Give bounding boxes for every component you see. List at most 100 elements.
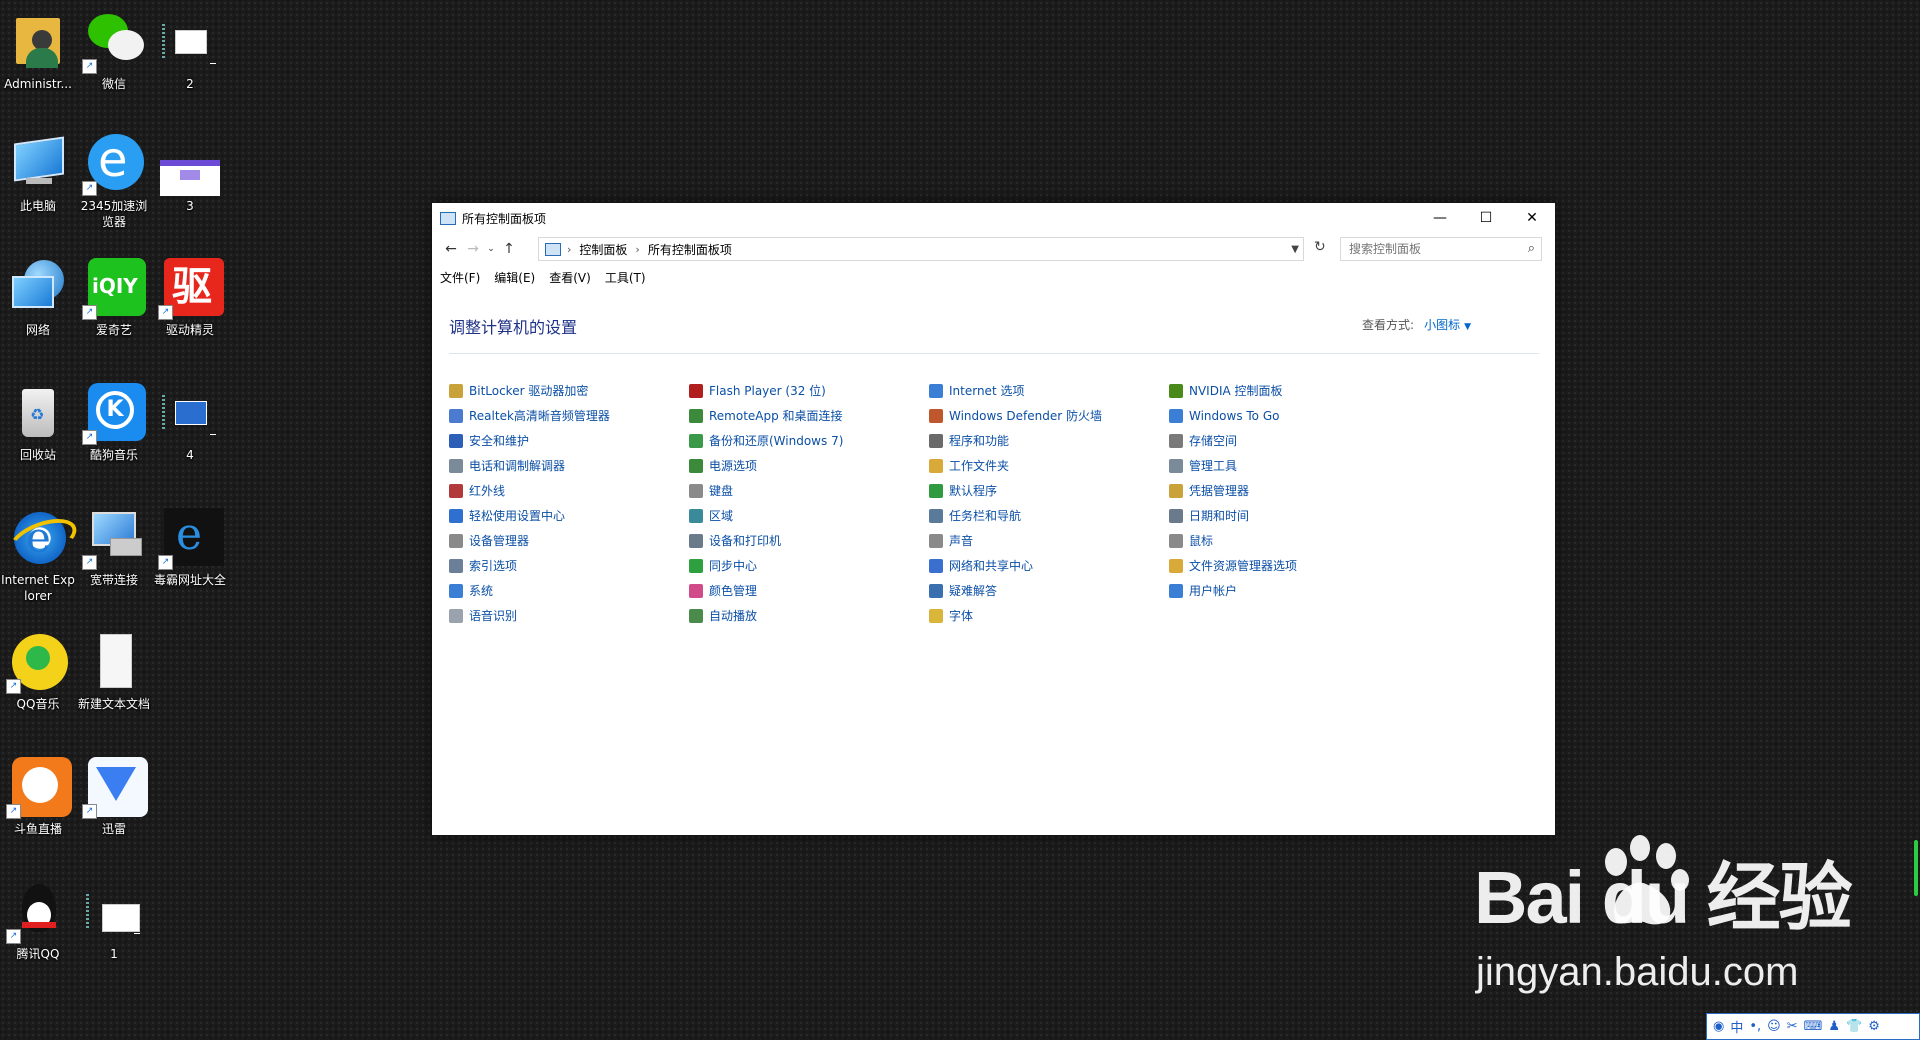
menu-file[interactable]: 文件(F) <box>440 269 480 286</box>
control-panel-item[interactable]: 默认程序 <box>929 478 1169 503</box>
minimize-button[interactable]: — <box>1417 203 1463 233</box>
breadcrumb-control-panel[interactable]: 控制面板 <box>579 241 627 258</box>
control-panel-item[interactable]: 字体 <box>929 603 1169 628</box>
desktop-icon-network[interactable]: 网络 <box>0 258 76 338</box>
emoji-icon[interactable]: ☺ <box>1767 1019 1781 1034</box>
control-panel-item[interactable]: 区域 <box>689 503 929 528</box>
up-arrow-icon[interactable]: ↑ <box>498 238 520 260</box>
menu-view[interactable]: 查看(V) <box>549 269 591 286</box>
control-panel-item[interactable]: Windows Defender 防火墙 <box>929 403 1169 428</box>
desktop-icon-wechat[interactable]: ↗ 微信 <box>76 12 152 92</box>
control-panel-item[interactable]: 任务栏和导航 <box>929 503 1169 528</box>
ime-logo-icon[interactable]: ◉ <box>1713 1019 1724 1034</box>
control-panel-item[interactable]: 键盘 <box>689 478 929 503</box>
control-panel-item[interactable]: 管理工具 <box>1169 453 1409 478</box>
view-by-dropdown[interactable]: 小图标 <box>1424 318 1460 332</box>
desktop-icon-file-3[interactable]: 3 <box>152 134 228 214</box>
desktop-icon-broadband[interactable]: ↗ 宽带连接 <box>76 508 152 588</box>
breadcrumb-all-items[interactable]: 所有控制面板项 <box>648 241 732 258</box>
address-dropdown-icon[interactable]: ▼ <box>1291 244 1299 255</box>
desktop-icon-kugou[interactable]: K ↗ 酷狗音乐 <box>76 383 152 463</box>
search-input[interactable] <box>1341 241 1521 257</box>
desktop-icon-qqmusic[interactable]: ↗ QQ音乐 <box>0 632 76 712</box>
control-panel-item[interactable]: 声音 <box>929 528 1169 553</box>
title-bar[interactable]: 所有控制面板项 — ☐ ✕ <box>432 203 1555 233</box>
control-panel-item-label: 电话和调制解调器 <box>469 459 566 473</box>
punctuation-icon[interactable]: •, <box>1749 1019 1761 1034</box>
close-button[interactable]: ✕ <box>1509 203 1555 233</box>
tools-icon[interactable]: ✂ <box>1787 1019 1798 1034</box>
desktop-icon-file-1[interactable]: 1 <box>76 882 152 962</box>
skin-icon[interactable]: 👕 <box>1846 1019 1862 1034</box>
control-panel-item[interactable]: 疑难解答 <box>929 578 1169 603</box>
keyboard-icon[interactable]: ⌨ <box>1804 1019 1823 1034</box>
control-panel-item-icon <box>1169 533 1183 548</box>
control-panel-item[interactable]: Internet 选项 <box>929 378 1169 403</box>
forward-arrow-icon[interactable]: → <box>462 238 484 260</box>
control-panel-item[interactable]: 设备管理器 <box>449 528 689 553</box>
desktop-icon-label: Administr... <box>4 77 72 91</box>
desktop-icon-new-text-doc[interactable]: 新建文本文档 <box>76 632 152 712</box>
control-panel-item[interactable]: 系统 <box>449 578 689 603</box>
control-panel-item[interactable]: 用户帐户 <box>1169 578 1409 603</box>
control-panel-item[interactable]: 红外线 <box>449 478 689 503</box>
control-panel-item[interactable]: 安全和维护 <box>449 428 689 453</box>
recent-locations-chevron-icon[interactable]: ⌄ <box>484 238 498 260</box>
control-panel-item[interactable]: BitLocker 驱动器加密 <box>449 378 689 403</box>
control-panel-item[interactable]: 轻松使用设置中心 <box>449 503 689 528</box>
control-panel-item[interactable]: 凭据管理器 <box>1169 478 1409 503</box>
back-arrow-icon[interactable]: ← <box>440 238 462 260</box>
control-panel-item[interactable]: 语音识别 <box>449 603 689 628</box>
desktop-icon-2345-browser[interactable]: e ↗ 2345加速浏览器 <box>76 132 152 230</box>
control-panel-item[interactable]: 电源选项 <box>689 453 929 478</box>
control-panel-item[interactable]: 鼠标 <box>1169 528 1409 553</box>
control-panel-item[interactable]: 自动播放 <box>689 603 929 628</box>
control-panel-item[interactable]: 存储空间 <box>1169 428 1409 453</box>
desktop-icon-file-2[interactable]: 2 <box>152 12 228 92</box>
control-panel-item[interactable]: 备份和还原(Windows 7) <box>689 428 929 453</box>
computer-icon <box>8 134 68 194</box>
desktop-icon-douyu[interactable]: ↗ 斗鱼直播 <box>0 757 76 837</box>
shortcut-arrow-icon: ↗ <box>158 555 173 570</box>
desktop-icon-label: 4 <box>186 448 194 462</box>
ime-language[interactable]: 中 <box>1730 1017 1743 1036</box>
settings-gear-icon[interactable]: ⚙ <box>1868 1019 1880 1034</box>
desktop-icon-driver-genius[interactable]: 驱 ↗ 驱动精灵 <box>152 258 228 338</box>
desktop-icon-duba[interactable]: e ↗ 毒霸网址大全 <box>152 508 228 588</box>
menu-edit[interactable]: 编辑(E) <box>494 269 535 286</box>
desktop-icon-administrator[interactable]: Administr... <box>0 12 76 92</box>
control-panel-item[interactable]: 设备和打印机 <box>689 528 929 553</box>
window-title: 所有控制面板项 <box>462 211 547 226</box>
control-panel-item[interactable]: 程序和功能 <box>929 428 1169 453</box>
desktop-icon-recycle-bin[interactable]: ♻ 回收站 <box>0 383 76 463</box>
control-panel-item[interactable]: 电话和调制解调器 <box>449 453 689 478</box>
control-panel-item[interactable]: 同步中心 <box>689 553 929 578</box>
control-panel-item[interactable]: 工作文件夹 <box>929 453 1169 478</box>
search-box[interactable]: ⌕ <box>1340 237 1542 261</box>
address-bar[interactable]: › 控制面板 › 所有控制面板项 ▼ <box>538 237 1304 261</box>
desktop-icon-this-pc[interactable]: 此电脑 <box>0 134 76 214</box>
control-panel-item[interactable]: 文件资源管理器选项 <box>1169 553 1409 578</box>
desktop-icon-internet-explorer[interactable]: e Internet Explorer <box>0 508 82 604</box>
control-panel-item[interactable]: 日期和时间 <box>1169 503 1409 528</box>
desktop-icon-xunlei[interactable]: ↗ 迅雷 <box>76 757 152 837</box>
desktop-icon-file-4[interactable]: 4 <box>152 383 228 463</box>
menu-tools[interactable]: 工具(T) <box>605 269 646 286</box>
dropdown-caret-icon[interactable]: ▼ <box>1464 322 1471 332</box>
control-panel-item[interactable]: 颜色管理 <box>689 578 929 603</box>
control-panel-item[interactable]: 索引选项 <box>449 553 689 578</box>
desktop-icon-label: 驱动精灵 <box>165 323 214 337</box>
control-panel-item[interactable]: RemoteApp 和桌面连接 <box>689 403 929 428</box>
user-icon[interactable]: ♟ <box>1828 1019 1840 1034</box>
menu-bar: 文件(F) 编辑(E) 查看(V) 工具(T) <box>432 265 1555 289</box>
desktop-icon-qq[interactable]: ↗ 腾讯QQ <box>0 882 76 962</box>
control-panel-item[interactable]: NVIDIA 控制面板 <box>1169 378 1409 403</box>
search-icon[interactable]: ⌕ <box>1528 241 1535 256</box>
control-panel-item[interactable]: 网络和共享中心 <box>929 553 1169 578</box>
control-panel-item[interactable]: Windows To Go <box>1169 403 1409 428</box>
control-panel-item[interactable]: Realtek高清晰音频管理器 <box>449 403 689 428</box>
refresh-icon[interactable]: ↻ <box>1314 239 1326 255</box>
control-panel-item[interactable]: Flash Player (32 位) <box>689 378 929 403</box>
desktop-icon-iqiyi[interactable]: iQIY ↗ 爱奇艺 <box>76 258 152 338</box>
maximize-button[interactable]: ☐ <box>1463 203 1509 233</box>
